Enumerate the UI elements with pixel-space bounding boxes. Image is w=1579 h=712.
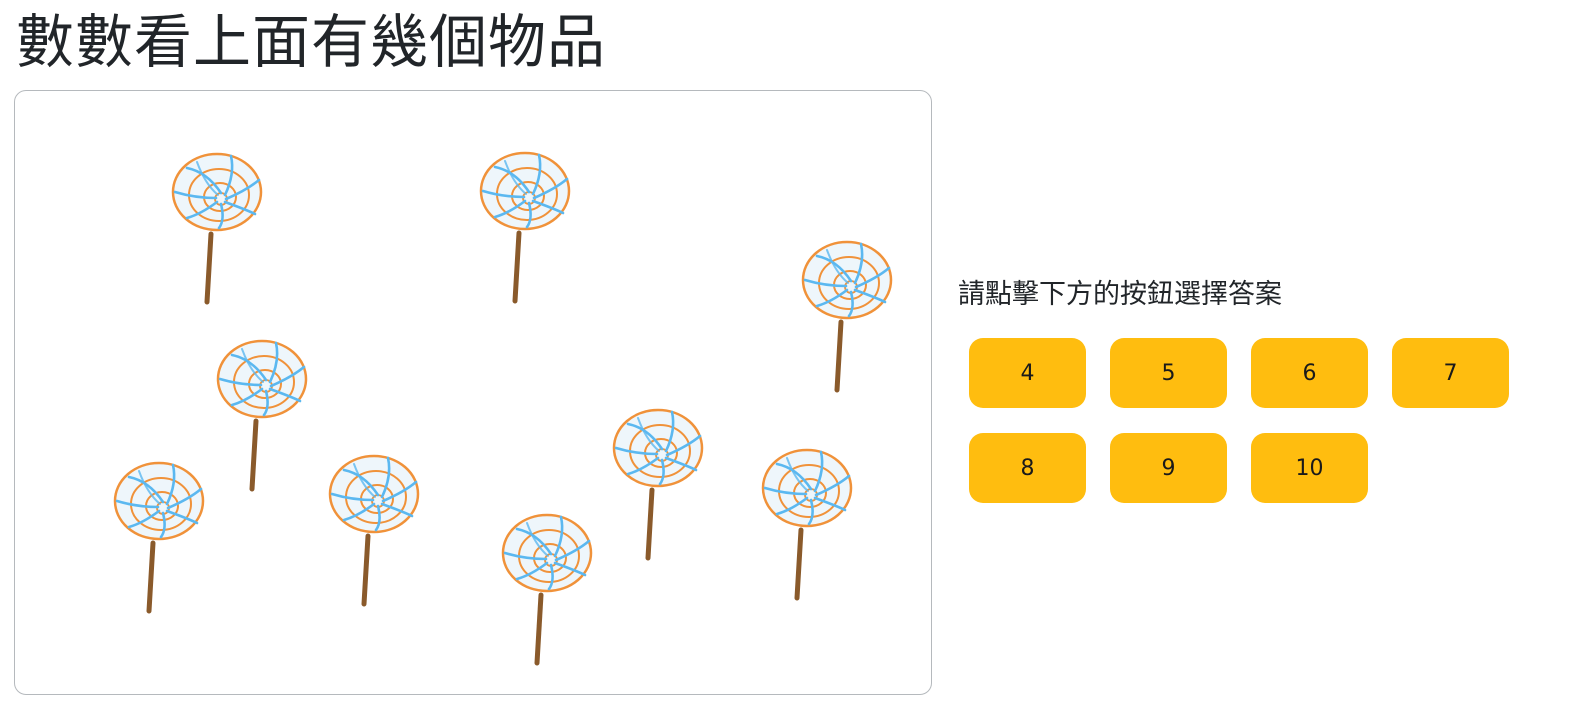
lollipop-icon <box>330 456 418 604</box>
lollipop-icon <box>481 153 569 301</box>
instruction-text: 請點擊下方的按鈕選擇答案 <box>958 279 1282 310</box>
answer-button-7[interactable]: 7 <box>1392 338 1509 408</box>
answer-button-6[interactable]: 6 <box>1251 338 1368 408</box>
answer-button-5[interactable]: 5 <box>1110 338 1227 408</box>
lollipop-icon <box>614 410 702 558</box>
page-title: 數數看上面有幾個物品 <box>16 8 607 76</box>
lollipop-icon <box>115 463 203 611</box>
answer-button-4[interactable]: 4 <box>969 338 1086 408</box>
lollipop-icon <box>218 341 306 489</box>
answer-button-grid: 4 5 6 7 8 9 10 <box>969 338 1539 503</box>
counting-board <box>14 90 932 695</box>
lollipop-icon <box>173 154 261 302</box>
lollipop-icon <box>503 515 591 663</box>
lollipop-icon <box>763 450 851 598</box>
lollipop-icon <box>803 242 891 390</box>
answer-button-8[interactable]: 8 <box>969 433 1086 503</box>
answer-button-10[interactable]: 10 <box>1251 433 1368 503</box>
answer-button-9[interactable]: 9 <box>1110 433 1227 503</box>
lollipop-field <box>15 91 932 695</box>
